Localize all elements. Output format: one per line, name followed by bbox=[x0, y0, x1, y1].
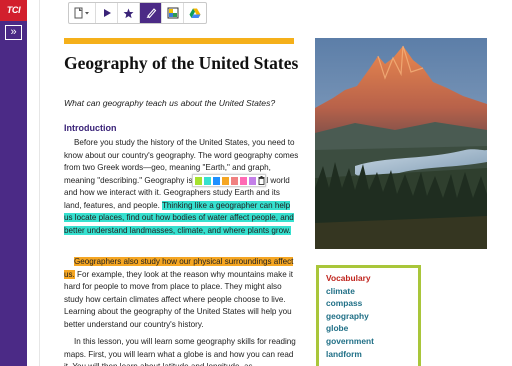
vocab-word-compass[interactable]: compass bbox=[326, 297, 411, 310]
reader-toolbar bbox=[68, 2, 207, 24]
highlight-color-green[interactable] bbox=[195, 176, 202, 185]
paragraph-1[interactable]: Before you study the history of the Unit… bbox=[64, 137, 299, 237]
star-button[interactable] bbox=[118, 3, 140, 23]
highlight-color-palette bbox=[192, 174, 266, 187]
page-divider bbox=[39, 0, 40, 366]
highlight-color-salmon[interactable] bbox=[231, 176, 238, 185]
title-accent-bar bbox=[64, 38, 294, 44]
expand-sidebar-button[interactable]: » bbox=[5, 25, 22, 40]
mountain-landscape-image bbox=[315, 38, 487, 249]
vocab-word-globe[interactable]: globe bbox=[326, 322, 411, 335]
tci-logo[interactable]: TCI bbox=[0, 0, 27, 21]
vocab-word-government[interactable]: government bbox=[326, 335, 411, 348]
star-icon bbox=[123, 8, 134, 18]
vocab-word-geography[interactable]: geography bbox=[326, 310, 411, 323]
delete-highlight-button[interactable] bbox=[258, 176, 265, 185]
paragraph-3[interactable]: In this lesson, you will learn some geog… bbox=[64, 336, 299, 366]
paragraph-2[interactable]: Geographers also study how our physical … bbox=[64, 256, 299, 331]
vocabulary-title: Vocabulary bbox=[326, 273, 371, 283]
left-sidebar: TCI » bbox=[0, 0, 27, 366]
highlight-color-pink[interactable] bbox=[240, 176, 247, 185]
vocab-word-climate[interactable]: climate bbox=[326, 285, 411, 298]
highlight-color-purple[interactable] bbox=[249, 176, 256, 185]
page-subtitle: What can geography teach us about the Un… bbox=[64, 98, 276, 108]
highlight-color-blue[interactable] bbox=[213, 176, 220, 185]
paragraph-2-text[interactable]: For example, they look at the reason why… bbox=[64, 270, 293, 329]
highlight-color-orange[interactable] bbox=[222, 176, 229, 185]
section-heading-introduction: Introduction bbox=[64, 123, 117, 133]
google-drive-button[interactable] bbox=[184, 3, 206, 23]
highlighter-button[interactable] bbox=[140, 3, 162, 23]
notebook-dropdown-icon bbox=[74, 7, 89, 19]
play-icon bbox=[103, 9, 111, 17]
image-icon bbox=[167, 7, 178, 19]
image-button[interactable] bbox=[162, 3, 184, 23]
mountain-landscape-graphic bbox=[315, 38, 487, 249]
vocab-word-landform[interactable]: landform bbox=[326, 348, 411, 361]
trash-icon bbox=[258, 176, 265, 185]
play-button[interactable] bbox=[96, 3, 118, 23]
vocabulary-box: Vocabulary climate compass geography glo… bbox=[316, 265, 421, 366]
notebook-dropdown-button[interactable] bbox=[69, 3, 96, 23]
page-title: Geography of the United States bbox=[64, 53, 299, 73]
paragraph-3-text[interactable]: In this lesson, you will learn some geog… bbox=[64, 337, 296, 366]
google-drive-icon bbox=[189, 8, 201, 18]
highlight-color-teal[interactable] bbox=[204, 176, 211, 185]
highlighter-icon bbox=[146, 8, 156, 19]
